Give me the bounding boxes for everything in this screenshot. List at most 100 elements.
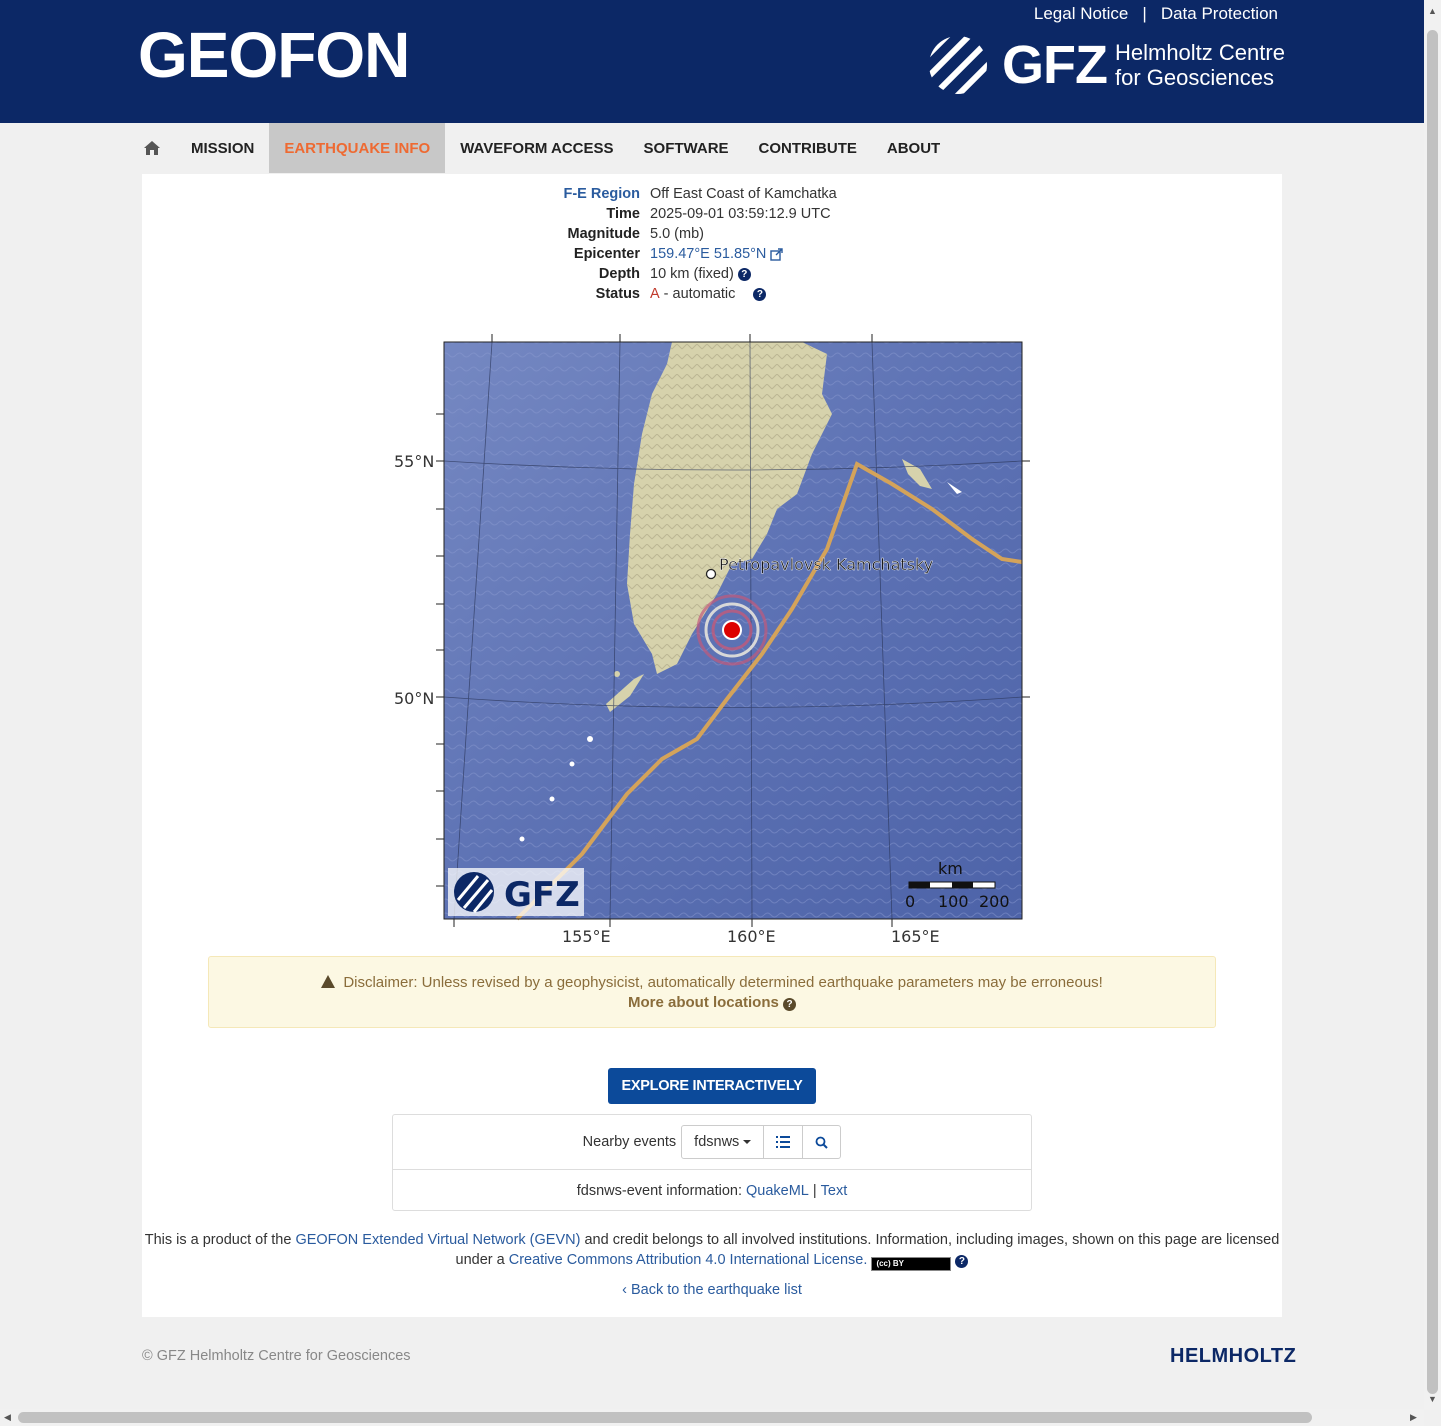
row-depth: Depth 10 km (fixed) ? bbox=[142, 264, 1282, 284]
time-value: 2025-09-01 03:59:12.9 UTC bbox=[650, 206, 831, 222]
lon-label-165: 165°E bbox=[891, 927, 940, 946]
epicenter-link[interactable]: 159.47°E 51.85°N bbox=[650, 246, 766, 262]
magnitude-value: 5.0 (mb) bbox=[650, 226, 704, 242]
region-value: Off East Coast of Kamchatka bbox=[650, 186, 837, 202]
map-gfz-watermark: GFZ bbox=[448, 868, 584, 916]
gfz-stripes-icon bbox=[929, 36, 987, 94]
more-about-locations-link[interactable]: More about locations ? bbox=[209, 993, 1215, 1013]
row-time: Time 2025-09-01 03:59:12.9 UTC bbox=[142, 204, 1282, 224]
helmholtz-logo[interactable]: HELMHOLTZ bbox=[1170, 1345, 1296, 1368]
more-about-locations-text: More about locations bbox=[627, 994, 779, 1011]
depth-value: 10 km (fixed) ? bbox=[650, 266, 751, 282]
top-links-separator: | bbox=[1142, 4, 1147, 23]
scroll-up-icon[interactable]: ▲ bbox=[1428, 6, 1437, 16]
lat-label-55: 55°N bbox=[394, 452, 434, 471]
nearby-events-panel: Nearby events fdsnws fdsnws-event inform… bbox=[392, 1114, 1032, 1211]
gevn-link[interactable]: GEOFON Extended Virtual Network (GEVN) bbox=[295, 1232, 580, 1248]
locations-help-icon: ? bbox=[783, 998, 796, 1011]
legal-notice-link[interactable]: Legal Notice bbox=[1034, 4, 1129, 24]
caret-down-icon bbox=[743, 1140, 752, 1144]
nav-software[interactable]: SOFTWARE bbox=[629, 123, 744, 173]
nearby-events-label: Nearby events bbox=[582, 1134, 677, 1150]
data-protection-link[interactable]: Data Protection bbox=[1161, 4, 1278, 24]
lon-label-160: 160°E bbox=[727, 927, 776, 946]
row-magnitude: Magnitude 5.0 (mb) bbox=[142, 224, 1282, 244]
status-label: Status bbox=[595, 286, 640, 302]
depth-help-icon[interactable]: ? bbox=[737, 267, 751, 281]
license-help-icon[interactable]: ? bbox=[955, 1255, 969, 1268]
svg-text:100: 100 bbox=[938, 892, 969, 911]
gfz-subtitle-line1: Helmholtz Centre bbox=[1114, 40, 1285, 65]
status-value: A - automatic ? bbox=[650, 286, 767, 302]
scroll-down-icon[interactable]: ▼ bbox=[1428, 1394, 1437, 1404]
vertical-scrollbar-thumb[interactable] bbox=[1427, 30, 1438, 1394]
nav-mission[interactable]: MISSION bbox=[176, 123, 269, 173]
row-region: F-E Region Off East Coast of Kamchatka bbox=[142, 184, 1282, 204]
nearby-button-group: fdsnws bbox=[681, 1125, 842, 1159]
nearby-events-row: Nearby events fdsnws bbox=[393, 1115, 1031, 1170]
external-link-icon[interactable] bbox=[770, 247, 784, 261]
search-button[interactable] bbox=[803, 1126, 840, 1158]
footer-copyright: © GFZ Helmholtz Centre for Geosciences bbox=[142, 1348, 411, 1364]
fdsnws-pipe: | bbox=[812, 1182, 817, 1199]
nav-earthquake-info[interactable]: EARTHQUAKE INFO bbox=[269, 123, 446, 173]
disclaimer-alert: Disclaimer: Unless revised by a geophysi… bbox=[208, 956, 1216, 1028]
nav-about[interactable]: ABOUT bbox=[872, 123, 955, 173]
event-map[interactable]: Petropavlovsk Kamchatsky 55°N 50°N 155°E… bbox=[372, 334, 1052, 954]
magnitude-label: Magnitude bbox=[567, 226, 641, 242]
home-icon bbox=[144, 141, 160, 155]
vertical-scrollbar[interactable]: ▲ ▼ bbox=[1424, 0, 1441, 1410]
city-marker bbox=[705, 568, 717, 580]
epicenter-value: 159.47°E 51.85°N bbox=[650, 246, 784, 262]
horizontal-scrollbar[interactable]: ◀ ▶ bbox=[0, 1409, 1424, 1426]
gfz-subtitle-line2: for Geosciences bbox=[1114, 65, 1274, 90]
row-status: Status A - automatic ? bbox=[142, 284, 1282, 304]
fdsnws-info-row: fdsnws-event information: QuakeML | Text bbox=[393, 1170, 1031, 1211]
nav-contribute[interactable]: CONTRIBUTE bbox=[744, 123, 872, 173]
scroll-right-icon[interactable]: ▶ bbox=[1410, 1412, 1417, 1423]
cc-license-link[interactable]: Creative Commons Attribution 4.0 Interna… bbox=[509, 1252, 868, 1268]
back-link-row: ‹ Back to the earthquake list bbox=[142, 1282, 1282, 1298]
credits-part1: This is a product of the bbox=[144, 1232, 292, 1248]
nav-waveform-access[interactable]: WAVEFORM ACCESS bbox=[445, 123, 628, 173]
scroll-left-icon[interactable]: ◀ bbox=[4, 1412, 11, 1423]
svg-text:km: km bbox=[938, 859, 963, 878]
search-icon bbox=[815, 1136, 829, 1149]
disclaimer-text: Disclaimer: Unless revised by a geophysi… bbox=[343, 974, 1103, 991]
city-label: Petropavlovsk Kamchatsky bbox=[719, 555, 933, 574]
list-icon bbox=[776, 1136, 791, 1148]
chevron-left-icon: ‹ bbox=[622, 1282, 631, 1298]
event-info-table: F-E Region Off East Coast of Kamchatka T… bbox=[142, 184, 1282, 304]
back-to-list-link[interactable]: ‹ Back to the earthquake list bbox=[622, 1282, 802, 1298]
warning-icon bbox=[321, 975, 336, 988]
gfz-subtitle: Helmholtz Centre for Geosciences bbox=[1115, 40, 1285, 90]
nav-home[interactable] bbox=[128, 123, 176, 173]
gfz-logo[interactable]: GFZ Helmholtz Centre for Geosciences bbox=[928, 34, 1285, 96]
svg-text:200: 200 bbox=[979, 892, 1010, 911]
lon-label-155: 155°E bbox=[562, 927, 611, 946]
horizontal-scrollbar-thumb[interactable] bbox=[18, 1412, 1312, 1423]
service-dropdown[interactable]: fdsnws bbox=[682, 1126, 765, 1158]
explore-interactively-button[interactable]: EXPLORE INTERACTIVELY bbox=[608, 1068, 816, 1104]
service-dropdown-value: fdsnws bbox=[694, 1134, 740, 1150]
status-help-icon[interactable]: ? bbox=[753, 287, 767, 301]
text-link[interactable]: Text bbox=[821, 1183, 848, 1199]
top-links: Legal Notice | Data Protection bbox=[1034, 4, 1278, 24]
gfz-wordmark: GFZ bbox=[1002, 35, 1108, 95]
back-to-list-text: Back to the earthquake list bbox=[630, 1282, 802, 1298]
depth-label: Depth bbox=[598, 266, 640, 282]
brand-logo[interactable]: GEOFON bbox=[138, 18, 410, 92]
lat-label-50: 50°N bbox=[394, 689, 434, 708]
svg-text:0: 0 bbox=[905, 892, 915, 911]
status-code: A bbox=[650, 286, 660, 302]
row-epicenter: Epicenter 159.47°E 51.85°N bbox=[142, 244, 1282, 264]
epicenter-label: Epicenter bbox=[573, 246, 640, 262]
main-nav: MISSION EARTHQUAKE INFO WAVEFORM ACCESS … bbox=[128, 123, 955, 173]
list-view-button[interactable] bbox=[764, 1126, 804, 1158]
status-text: - automatic bbox=[663, 286, 736, 302]
cc-by-badge[interactable]: (cc) BY bbox=[871, 1257, 952, 1271]
region-label-link[interactable]: F-E Region bbox=[142, 186, 650, 202]
main-content: F-E Region Off East Coast of Kamchatka T… bbox=[142, 174, 1282, 1317]
quakeml-link[interactable]: QuakeML bbox=[746, 1183, 809, 1199]
time-label: Time bbox=[606, 206, 640, 222]
